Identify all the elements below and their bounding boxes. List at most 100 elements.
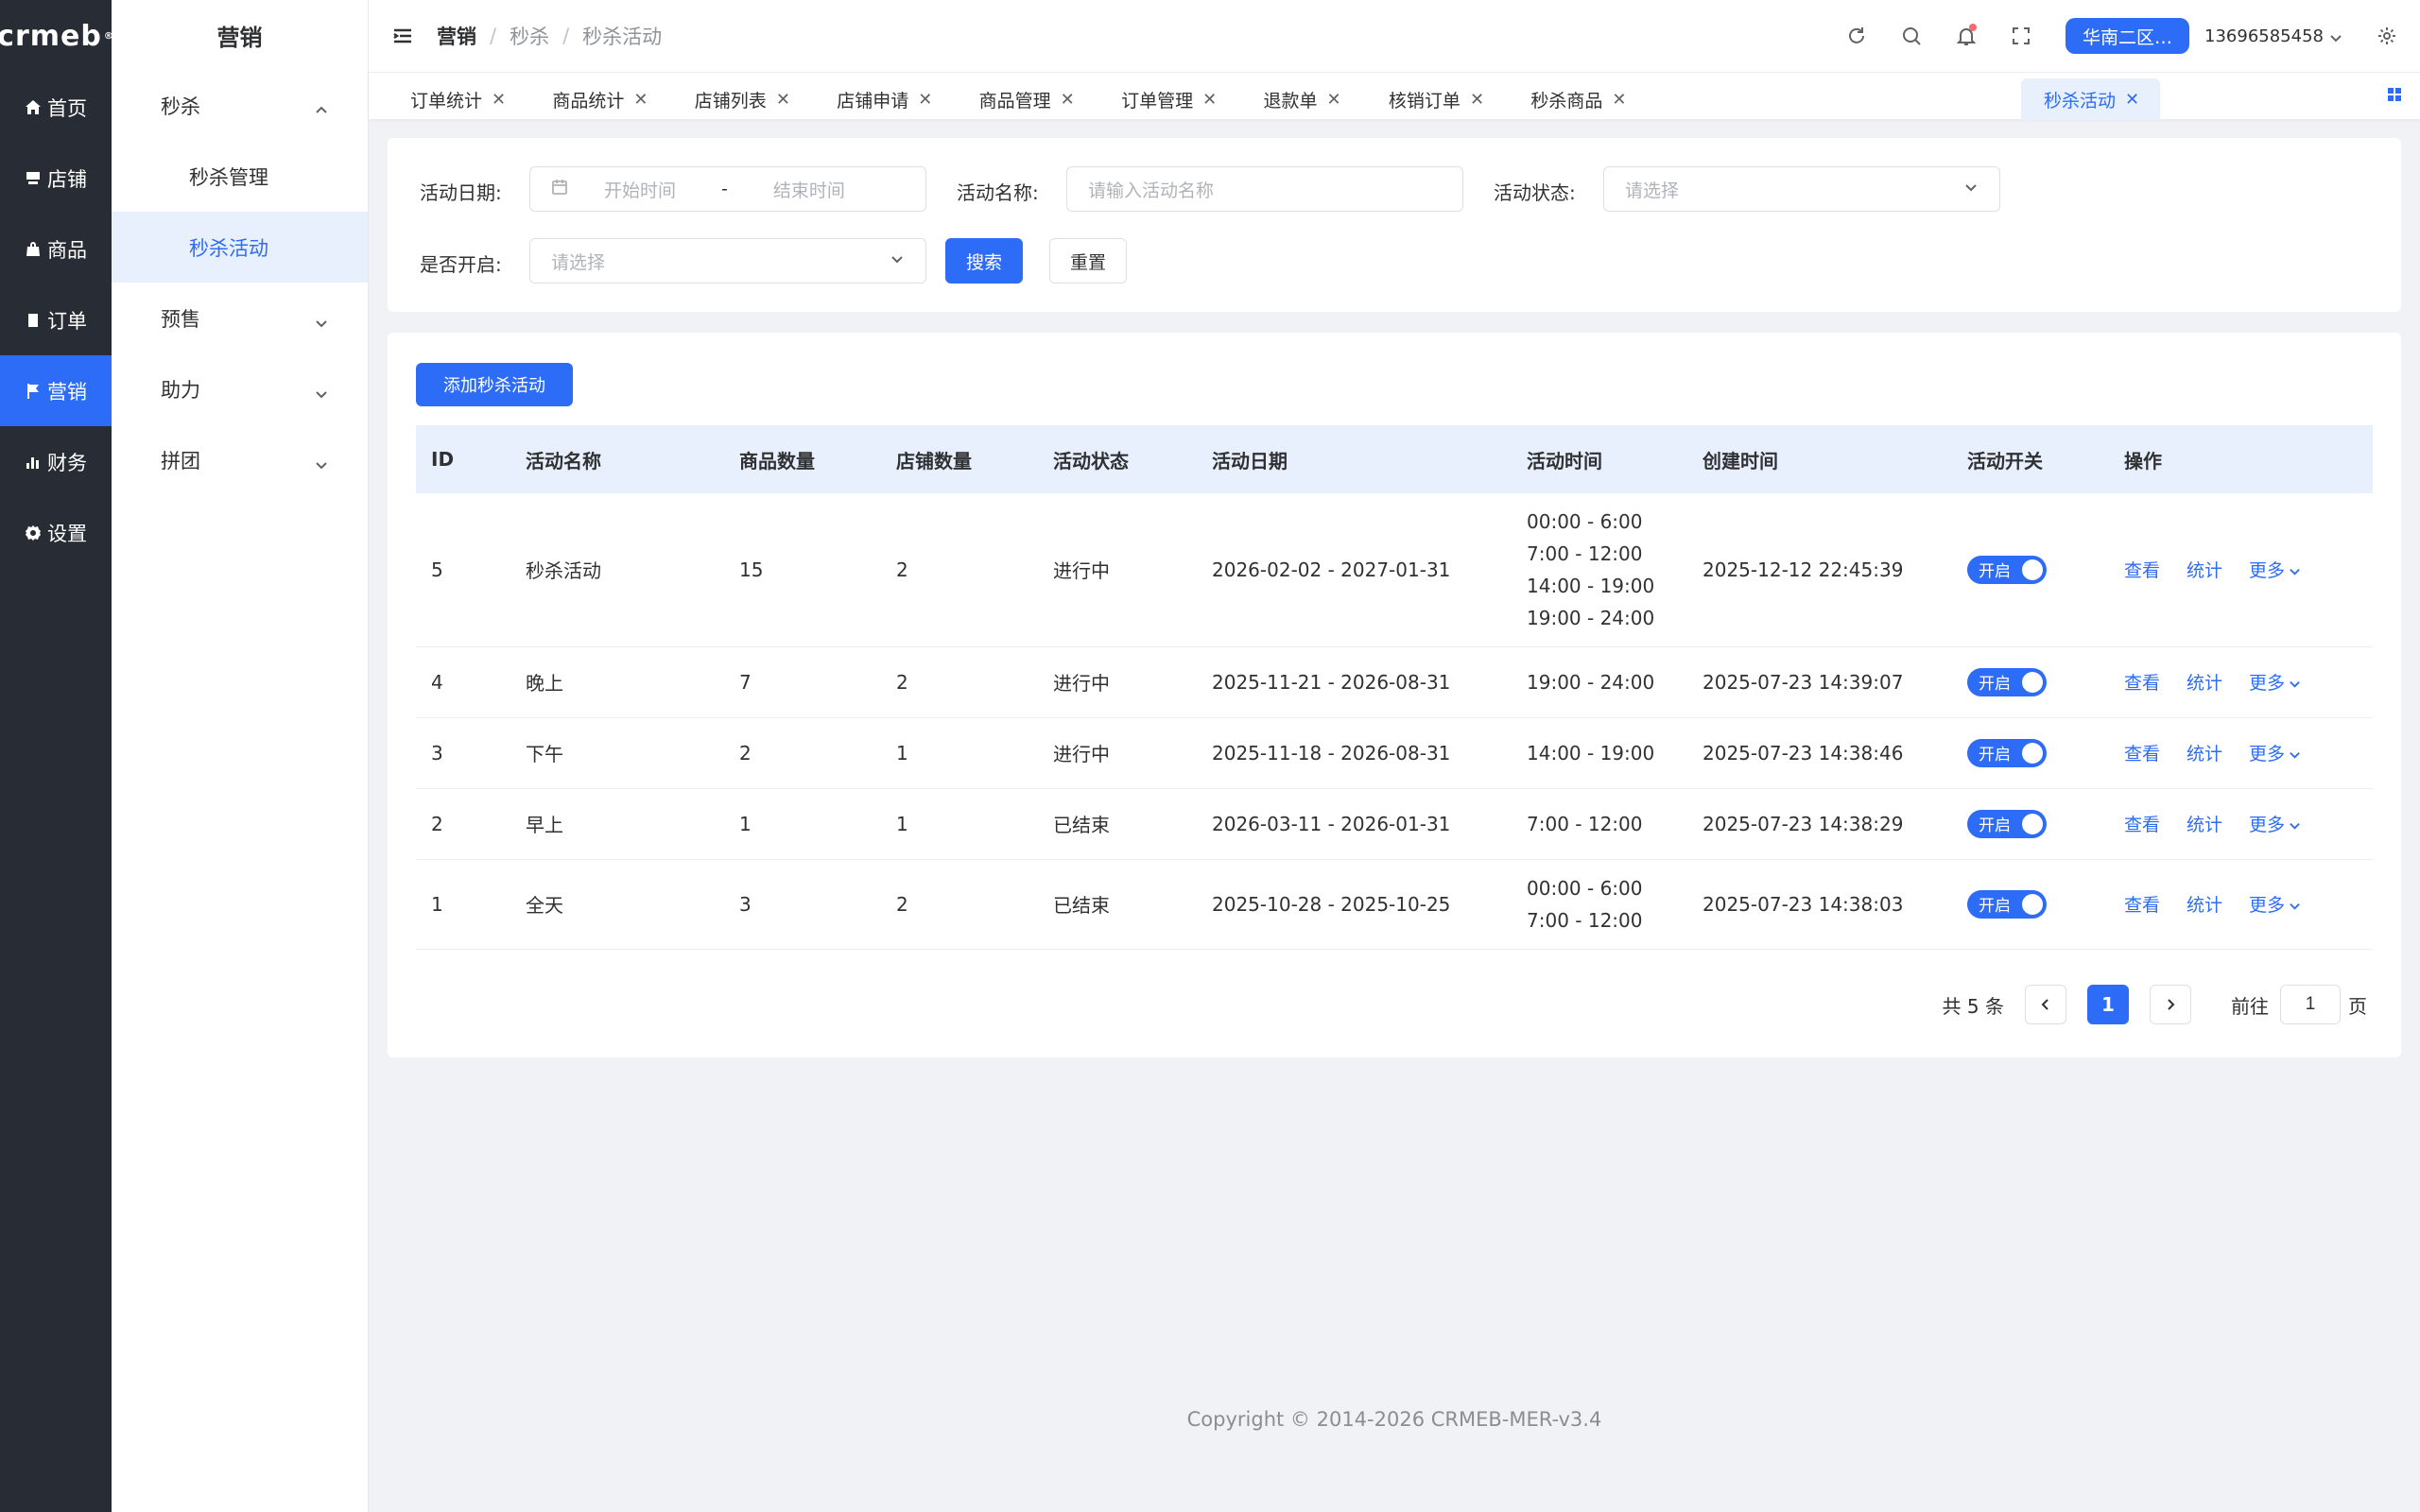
activity-toggle-switch[interactable]: 开启 <box>1967 738 2047 767</box>
cell-goods-count: 1 <box>724 788 881 860</box>
tab-label: 订单统计 <box>409 90 482 112</box>
tab-7[interactable]: 核销订单 ✕ <box>1381 78 1492 120</box>
rail-item-4[interactable]: 营销 <box>0 355 112 426</box>
cell-ops: 查看 统计 更多 <box>2109 788 2373 860</box>
activity-toggle-switch[interactable]: 开启 <box>1967 667 2047 696</box>
activity-name-input[interactable]: 请输入活动名称 <box>1066 166 1463 212</box>
cell-switch: 开启 <box>1952 717 2109 789</box>
is-open-select[interactable]: 请选择 <box>529 238 926 284</box>
rail-item-6[interactable]: 设置 <box>0 497 112 568</box>
cell-switch: 开启 <box>1952 646 2109 718</box>
rail-item-1[interactable]: 店铺 <box>0 143 112 214</box>
activity-status-select[interactable]: 请选择 <box>1603 166 2000 212</box>
rail-item-3[interactable]: 订单 <box>0 284 112 355</box>
close-icon[interactable]: ✕ <box>2125 90 2139 110</box>
close-icon[interactable]: ✕ <box>776 90 790 110</box>
view-link[interactable]: 查看 <box>2124 669 2160 695</box>
reset-button[interactable]: 重置 <box>1049 238 1127 284</box>
view-link[interactable]: 查看 <box>2124 740 2160 765</box>
close-icon[interactable]: ✕ <box>1470 90 1484 110</box>
crmeb-logo[interactable]: crmeb ® <box>0 0 113 72</box>
tab-0[interactable]: 订单统计 ✕ <box>403 78 513 120</box>
prev-page-button[interactable] <box>2025 985 2066 1024</box>
view-link[interactable]: 查看 <box>2124 891 2160 917</box>
rail-item-0[interactable]: 首页 <box>0 72 112 143</box>
cell-times: 19:00 - 24:00 <box>1512 646 1687 718</box>
rail-item-2[interactable]: 商品 <box>0 214 112 284</box>
refresh-icon[interactable] <box>1846 26 1867 46</box>
goto-page-input[interactable] <box>2280 985 2341 1024</box>
cell-created: 2025-07-23 14:38:29 <box>1687 788 1952 860</box>
chevron-down-icon <box>2290 751 2300 759</box>
activity-toggle-switch[interactable]: 开启 <box>1967 809 2047 838</box>
submenu-group-assist[interactable]: 助力 <box>112 353 368 424</box>
activity-toggle-switch[interactable]: 开启 <box>1967 889 2047 919</box>
time-slot: 7:00 - 12:00 <box>1527 908 1643 932</box>
tab-2[interactable]: 店铺列表 ✕ <box>687 78 798 120</box>
chevron-right-icon <box>2168 999 2175 1010</box>
close-icon[interactable]: ✕ <box>1327 90 1341 110</box>
stats-link[interactable]: 统计 <box>2187 811 2222 836</box>
close-icon[interactable]: ✕ <box>1612 90 1626 110</box>
open-placeholder: 请选择 <box>551 251 606 273</box>
grid-menu-icon[interactable] <box>2386 86 2403 103</box>
stats-link[interactable]: 统计 <box>2187 557 2222 582</box>
fullscreen-icon[interactable] <box>2011 26 2031 46</box>
view-link[interactable]: 查看 <box>2124 811 2160 836</box>
view-link[interactable]: 查看 <box>2124 557 2160 582</box>
tab-label: 店铺申请 <box>837 90 909 112</box>
stats-link[interactable]: 统计 <box>2187 891 2222 917</box>
submenu-group-group[interactable]: 拼团 <box>112 424 368 495</box>
activity-table-panel: 添加秒杀活动 ID 活动名称 商品数量 店铺数量 活动状态 活动日期 活动时间 创建时间 活动开… <box>388 333 2401 1057</box>
tab-1[interactable]: 商品统计 ✕ <box>544 78 655 120</box>
stats-link[interactable]: 统计 <box>2187 669 2222 695</box>
table-row: 2 早上 1 1 已结束 2026-03-11 - 2026-01-31 7:00 - 12… <box>416 788 2373 860</box>
more-label: 更多 <box>2249 895 2286 916</box>
cell-name: 全天 <box>510 859 724 950</box>
region-selector-button[interactable]: 华南二区… <box>2066 18 2190 54</box>
add-seckill-activity-button[interactable]: 添加秒杀活动 <box>416 363 573 406</box>
status-filter-label: 活动状态: <box>1494 181 1576 204</box>
user-menu[interactable]: 13696585458 <box>2204 26 2342 46</box>
more-dropdown[interactable]: 更多 <box>2249 669 2301 695</box>
cell-switch: 开启 <box>1952 788 2109 860</box>
tab-3[interactable]: 店铺申请 ✕ <box>829 78 940 120</box>
more-dropdown[interactable]: 更多 <box>2249 557 2301 582</box>
submenu-group-seckill[interactable]: 秒杀 <box>112 70 368 141</box>
tab-9[interactable]: 秒杀活动 ✕ <box>2021 78 2161 120</box>
cell-id: 3 <box>416 717 510 789</box>
column-header: 创建时间 <box>1703 449 1778 472</box>
next-page-button[interactable] <box>2150 985 2191 1024</box>
more-dropdown[interactable]: 更多 <box>2249 891 2301 917</box>
close-icon[interactable]: ✕ <box>1061 90 1075 110</box>
close-icon[interactable]: ✕ <box>633 90 648 110</box>
close-icon[interactable]: ✕ <box>918 90 932 110</box>
tab-6[interactable]: 退款单 ✕ <box>1255 78 1348 120</box>
rail-item-5[interactable]: 财务 <box>0 426 112 497</box>
date-range-picker[interactable]: 开始时间 - 结束时间 <box>529 166 926 212</box>
stats-link[interactable]: 统计 <box>2187 740 2222 765</box>
search-icon[interactable] <box>1901 26 1922 46</box>
more-dropdown[interactable]: 更多 <box>2249 740 2301 765</box>
more-dropdown[interactable]: 更多 <box>2249 811 2301 836</box>
settings-gear-icon[interactable] <box>2377 26 2397 46</box>
tab-5[interactable]: 订单管理 ✕ <box>1114 78 1224 120</box>
rail-item-label: 设置 <box>47 522 87 545</box>
menu-toggle-icon[interactable] <box>391 25 414 47</box>
activity-toggle-switch[interactable]: 开启 <box>1967 555 2047 584</box>
close-icon[interactable]: ✕ <box>1202 90 1217 110</box>
submenu-item-seckill-activity[interactable]: 秒杀活动 <box>112 212 368 283</box>
column-header: 活动名称 <box>526 449 601 472</box>
search-button[interactable]: 搜索 <box>945 238 1023 284</box>
close-icon[interactable]: ✕ <box>492 90 506 110</box>
bell-icon[interactable] <box>1956 24 1977 46</box>
breadcrumb-item[interactable]: 秒杀 <box>510 22 549 50</box>
breadcrumb-item[interactable]: 营销 <box>437 22 476 50</box>
submenu-item-seckill-manage[interactable]: 秒杀管理 <box>112 141 368 212</box>
page-number-current[interactable]: 1 <box>2087 985 2129 1024</box>
tab-4[interactable]: 商品管理 ✕ <box>972 78 1082 120</box>
submenu-group-presale[interactable]: 预售 <box>112 283 368 353</box>
time-slot: 14:00 - 19:00 <box>1527 741 1655 765</box>
tab-8[interactable]: 秒杀商品 ✕ <box>1523 78 1634 120</box>
chevron-down-icon <box>2290 569 2300 576</box>
